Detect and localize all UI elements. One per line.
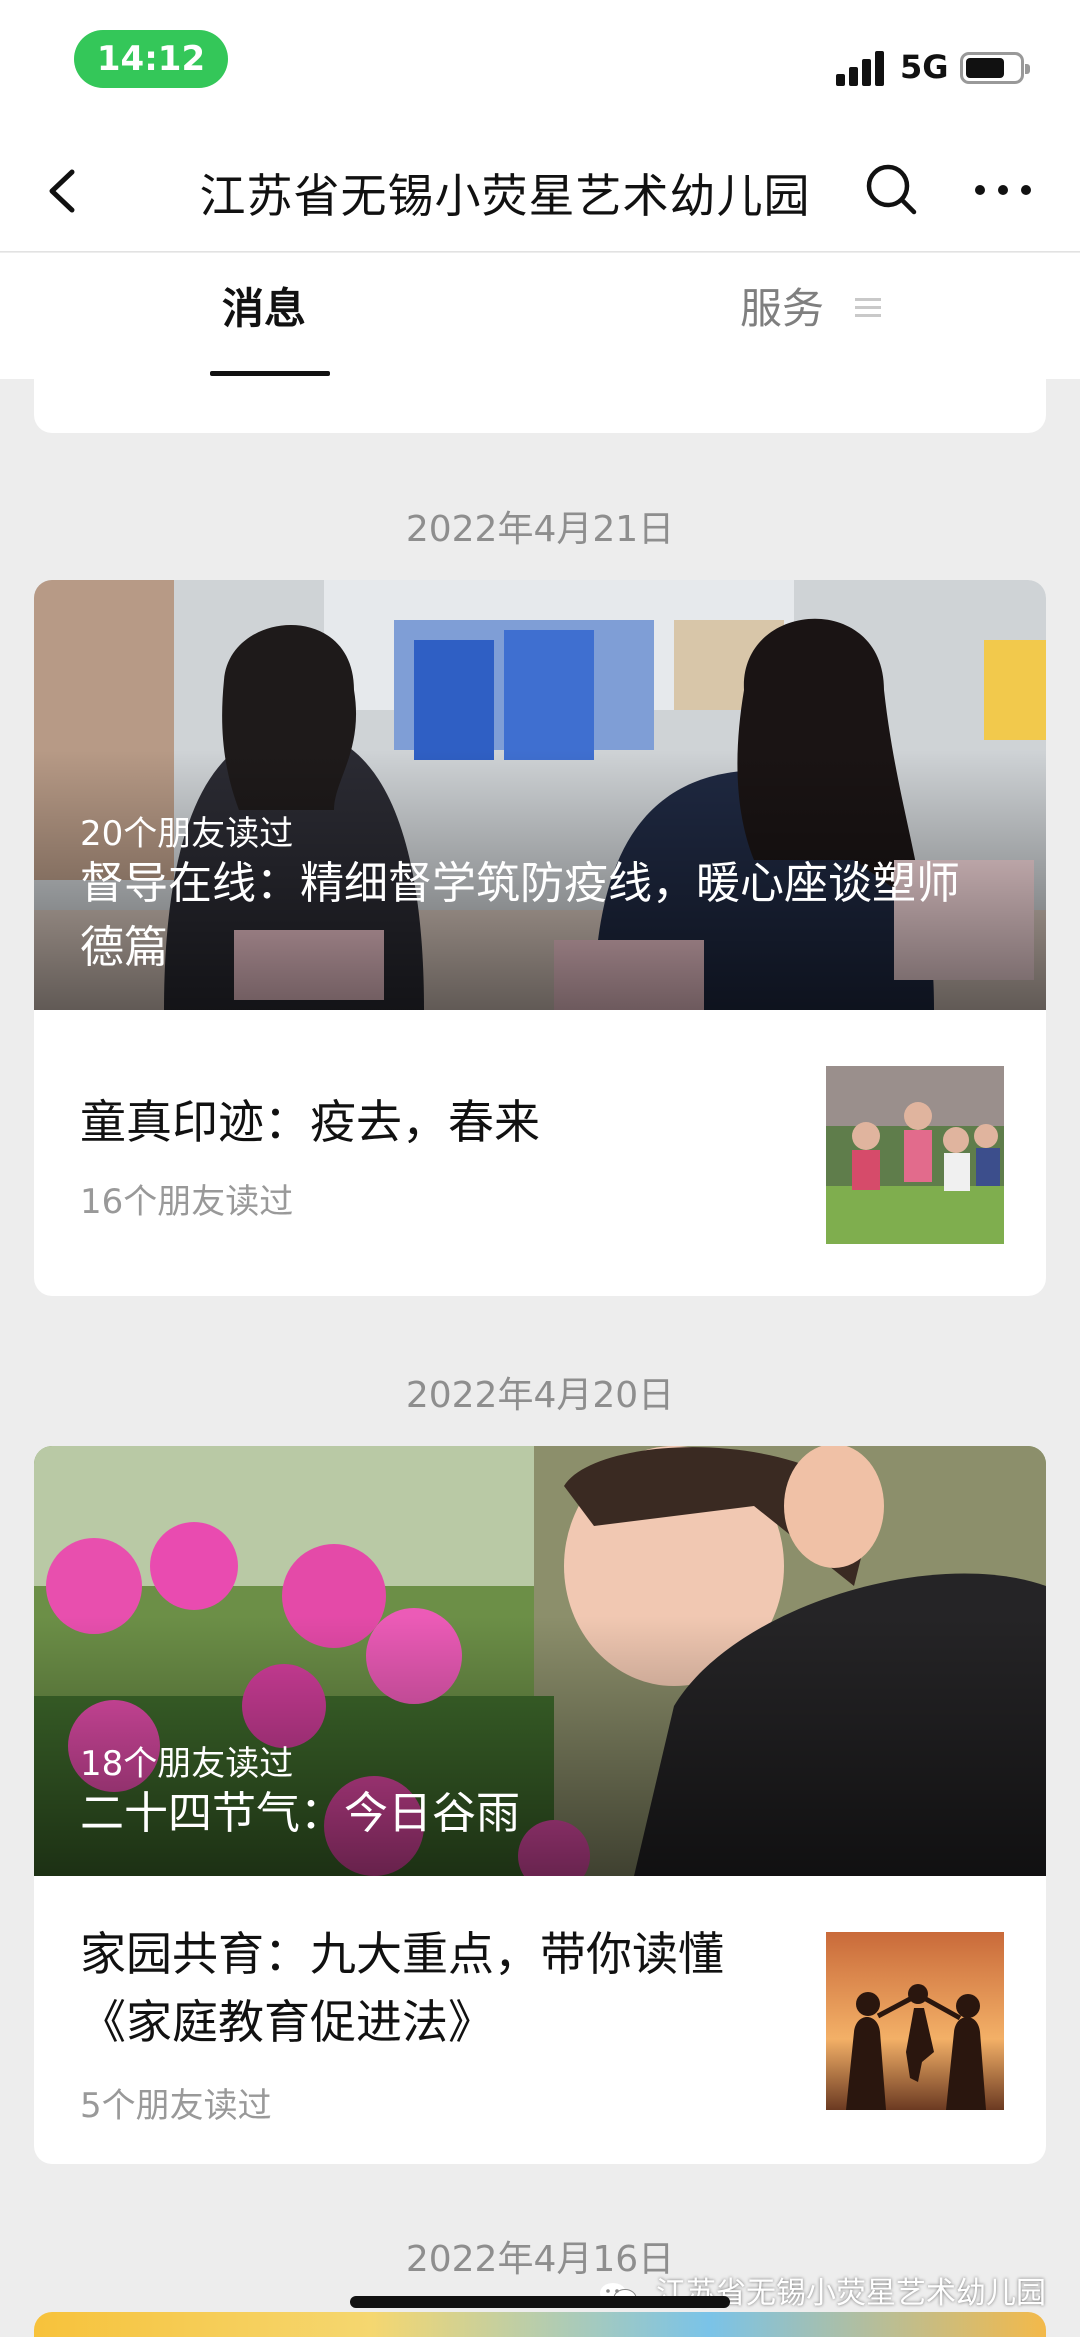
official-account-page: 14:12 5G 江苏省无锡小荧星艺术幼儿园 消息 服务 2022年4月21日 … bbox=[0, 0, 1080, 2337]
back-button[interactable] bbox=[38, 162, 94, 220]
date-label: 2022年4月21日 bbox=[405, 509, 675, 550]
tab-services[interactable]: 服务 bbox=[740, 275, 882, 336]
article-item[interactable]: 家园共育：九大重点，带你读懂《家庭教育促进法》 5个朋友读过 bbox=[34, 1876, 1046, 2162]
tab-bar: 消息 服务 bbox=[0, 253, 1080, 379]
hero-title: 督导在线：精细督学筑防疫线，暖心座谈塑师德篇 bbox=[80, 858, 960, 973]
cellular-signal-icon bbox=[836, 50, 886, 86]
more-dots-icon bbox=[975, 185, 1031, 195]
date-label: 2022年4月20日 bbox=[405, 1375, 675, 1416]
article-item[interactable]: 童真印迹：疫去，春来 16个朋友读过 bbox=[34, 1010, 1046, 1296]
network-type: 5G bbox=[900, 48, 949, 86]
article-thumbnail-children-garden bbox=[826, 1066, 1004, 1244]
hero-article[interactable]: 20个朋友读过 督导在线：精细督学筑防疫线，暖心座谈塑师德篇 bbox=[34, 580, 1046, 1010]
article-read-count: 5个朋友读过 bbox=[80, 2086, 272, 2126]
chevron-left-icon bbox=[49, 169, 75, 213]
article-group-card: 20个朋友读过 督导在线：精细督学筑防疫线，暖心座谈塑师德篇 童真印迹：疫去，春… bbox=[34, 580, 1046, 1296]
more-button[interactable] bbox=[968, 160, 1038, 220]
next-card-preview[interactable] bbox=[34, 2312, 1046, 2337]
previous-card-bottom bbox=[34, 379, 1046, 433]
article-title: 童真印迹：疫去，春来 bbox=[80, 1095, 540, 1149]
article-thumbnail-family-sunset bbox=[826, 1932, 1004, 2110]
hero-read-count: 18个朋友读过 bbox=[80, 1744, 294, 1784]
tab-services-label: 服务 bbox=[740, 284, 825, 333]
status-time: 14:12 bbox=[74, 30, 228, 88]
search-button[interactable] bbox=[862, 160, 922, 220]
hero-article[interactable]: 18个朋友读过 二十四节气：今日谷雨 bbox=[34, 1446, 1046, 1876]
tab-messages[interactable]: 消息 bbox=[222, 275, 306, 336]
battery-icon bbox=[960, 52, 1030, 84]
status-bar: 14:12 5G bbox=[0, 0, 1080, 130]
hero-title: 二十四节气：今日谷雨 bbox=[80, 1788, 520, 1839]
article-group-card: 18个朋友读过 二十四节气：今日谷雨 家园共育：九大重点，带你读懂《家庭教育促进… bbox=[34, 1446, 1046, 2164]
menu-lines-icon bbox=[855, 296, 882, 320]
article-title: 家园共育：九大重点，带你读懂《家庭教育促进法》 bbox=[80, 1927, 724, 2049]
article-read-count: 16个朋友读过 bbox=[80, 1182, 294, 1222]
search-icon bbox=[866, 164, 917, 215]
page-title: 江苏省无锡小荧星艺术幼儿园 bbox=[199, 169, 811, 223]
active-tab-indicator bbox=[210, 371, 330, 376]
hero-read-count: 20个朋友读过 bbox=[80, 814, 294, 854]
navigation-bar: 江苏省无锡小荧星艺术幼儿园 bbox=[0, 130, 1080, 252]
home-indicator[interactable] bbox=[350, 2296, 730, 2308]
